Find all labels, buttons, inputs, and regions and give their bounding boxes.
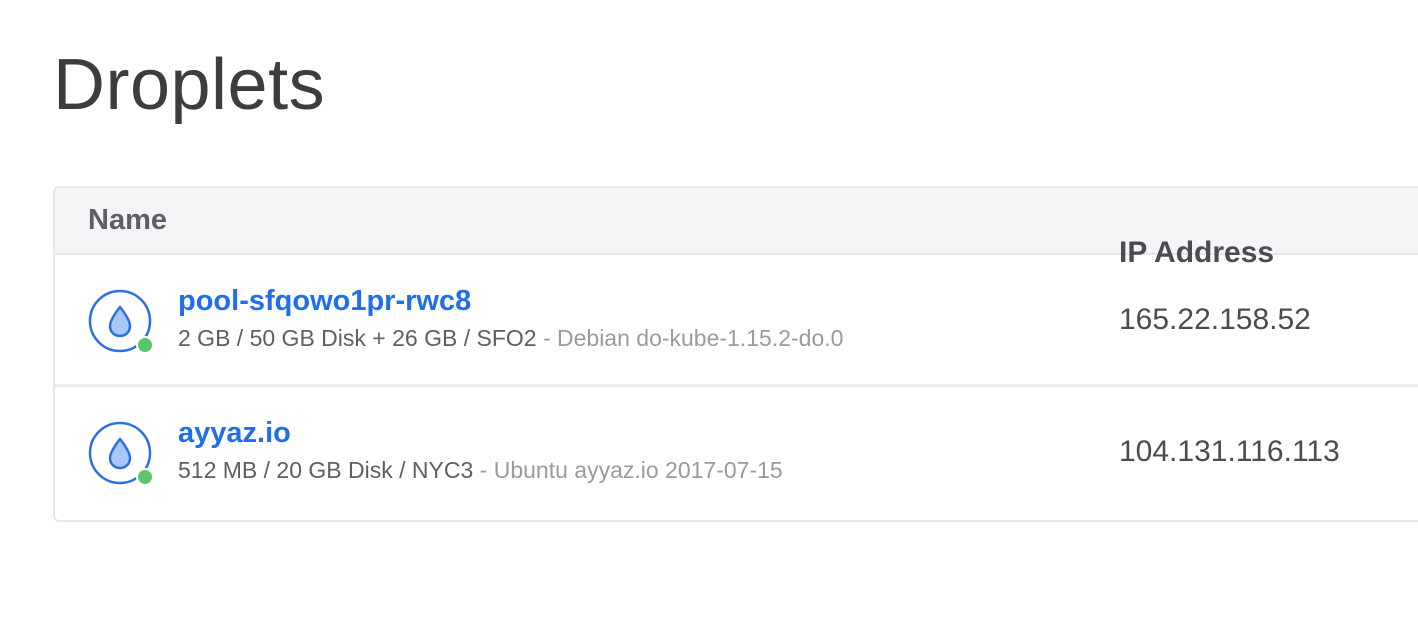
droplet-ip-address[interactable]: 104.131.116.113	[1119, 387, 1340, 517]
droplet-name-link[interactable]: pool-sfqowo1pr-rwc8	[178, 285, 471, 318]
status-active-indicator	[136, 468, 154, 486]
column-header-name[interactable]: Name	[88, 188, 167, 253]
droplet-image: - Ubuntu ayyaz.io 2017-07-15	[473, 457, 783, 483]
droplet-image: - Debian do-kube-1.15.2-do.0	[536, 325, 844, 351]
droplet-details: 2 GB / 50 GB Disk + 26 GB / SFO2 - Debia…	[178, 325, 843, 352]
table-row: pool-sfqowo1pr-rwc8 2 GB / 50 GB Disk + …	[55, 255, 1418, 387]
droplet-details: 512 MB / 20 GB Disk / NYC3 - Ubuntu ayya…	[178, 457, 783, 484]
droplet-name-link[interactable]: ayyaz.io	[178, 417, 291, 450]
page-title: Droplets	[53, 45, 326, 125]
table-header: Name IP Address	[55, 188, 1418, 269]
droplet-ip-address[interactable]: 165.22.158.52	[1119, 255, 1311, 385]
table-row: ayyaz.io 512 MB / 20 GB Disk / NYC3 - Ub…	[55, 387, 1418, 520]
droplets-table: Name IP Address pool-sfqowo1pr-rwc8 2 GB…	[53, 186, 1418, 522]
droplet-specs: 512 MB / 20 GB Disk / NYC3	[178, 457, 474, 483]
droplet-specs: 2 GB / 50 GB Disk + 26 GB / SFO2	[178, 325, 537, 351]
status-active-indicator	[136, 336, 154, 354]
